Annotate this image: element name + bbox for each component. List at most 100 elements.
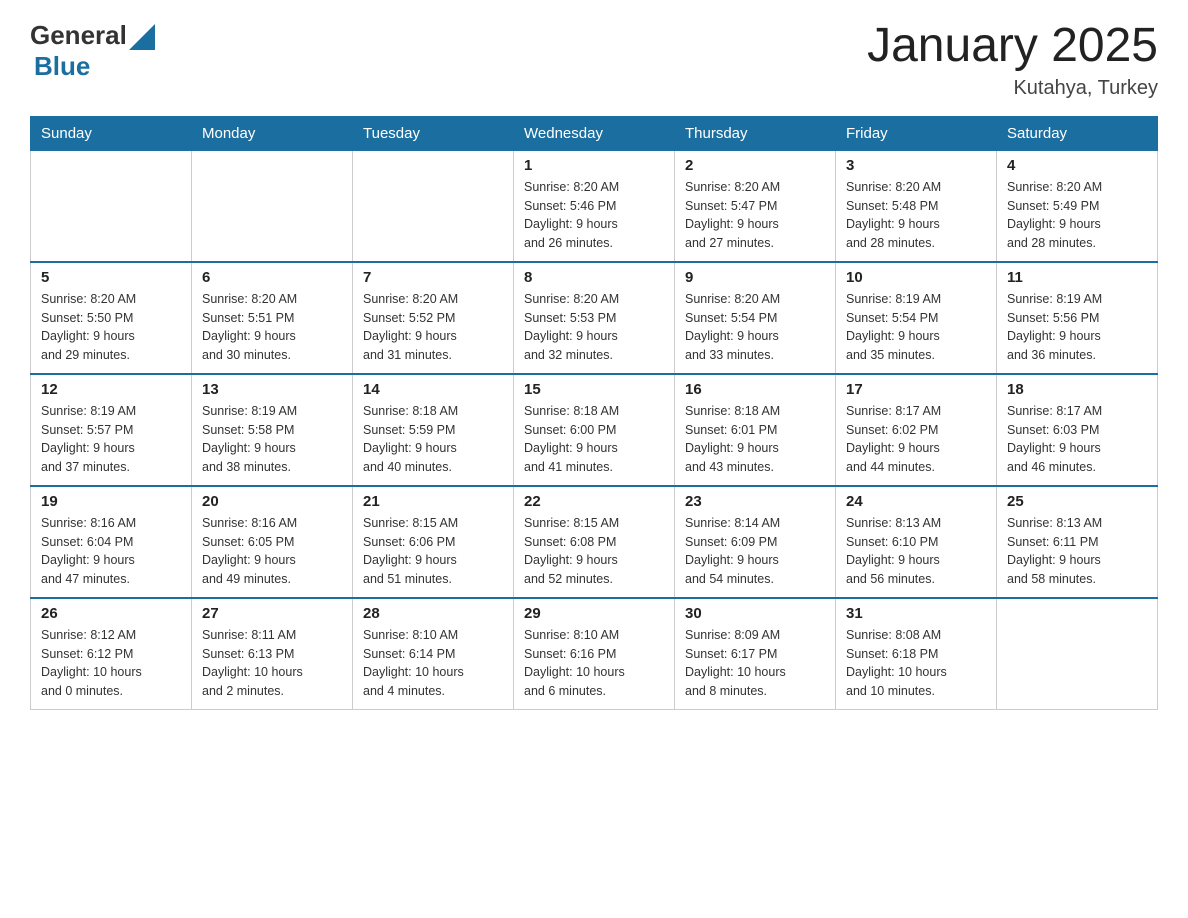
day-number: 3 xyxy=(846,157,986,174)
calendar-cell: 29 Sunrise: 8:10 AMSunset: 6:16 PMDayligh… xyxy=(514,598,675,710)
weekday-header-friday: Friday xyxy=(836,116,997,150)
calendar-cell: 25Sunrise: 8:13 AMSunset: 6:11 PMDayligh… xyxy=(997,486,1158,598)
day-info: Sunrise: 8:19 AMSunset: 5:58 PMDaylight:… xyxy=(202,402,342,477)
day-info: Sunrise: 8:16 AMSunset: 6:05 PMDaylight:… xyxy=(202,514,342,589)
calendar-cell: 12 Sunrise: 8:19 AMSunset: 5:57 PMDayligh… xyxy=(31,374,192,486)
day-info: Sunrise: 8:20 AMSunset: 5:53 PMDaylight:… xyxy=(524,290,664,365)
calendar-cell: 1Sunrise: 8:20 AMSunset: 5:46 PMDaylight… xyxy=(514,150,675,262)
calendar-cell: 14 Sunrise: 8:18 AMSunset: 5:59 PMDayligh… xyxy=(353,374,514,486)
day-info: Sunrise: 8:17 AMSunset: 6:03 PMDaylight:… xyxy=(1007,402,1147,477)
day-number: 6 xyxy=(202,269,342,286)
day-number: 4 xyxy=(1007,157,1147,174)
calendar-cell: 20 Sunrise: 8:16 AMSunset: 6:05 PMDayligh… xyxy=(192,486,353,598)
day-info: Sunrise: 8:19 AMSunset: 5:54 PMDaylight:… xyxy=(846,290,986,365)
day-number: 20 xyxy=(202,493,342,510)
day-number: 24 xyxy=(846,493,986,510)
calendar-cell: 6 Sunrise: 8:20 AMSunset: 5:51 PMDaylight… xyxy=(192,262,353,374)
day-number: 27 xyxy=(202,605,342,622)
weekday-header-monday: Monday xyxy=(192,116,353,150)
calendar-cell: 17 Sunrise: 8:17 AMSunset: 6:02 PMDayligh… xyxy=(836,374,997,486)
day-info: Sunrise: 8:18 AMSunset: 5:59 PMDaylight:… xyxy=(363,402,503,477)
weekday-header-tuesday: Tuesday xyxy=(353,116,514,150)
calendar-week-row: 1Sunrise: 8:20 AMSunset: 5:46 PMDaylight… xyxy=(31,150,1158,262)
calendar-cell: 16 Sunrise: 8:18 AMSunset: 6:01 PMDayligh… xyxy=(675,374,836,486)
day-number: 15 xyxy=(524,381,664,398)
day-info: Sunrise: 8:20 AMSunset: 5:51 PMDaylight:… xyxy=(202,290,342,365)
calendar-table: SundayMondayTuesdayWednesdayThursdayFrid… xyxy=(30,116,1158,710)
weekday-header-row: SundayMondayTuesdayWednesdayThursdayFrid… xyxy=(31,116,1158,150)
title-block: January 2025 Kutahya, Turkey xyxy=(867,20,1158,100)
day-info: Sunrise: 8:10 AMSunset: 6:14 PMDaylight:… xyxy=(363,626,503,701)
calendar-cell: 4 Sunrise: 8:20 AMSunset: 5:49 PMDaylight… xyxy=(997,150,1158,262)
page-header: General Blue January 2025 Kutahya, Turke… xyxy=(30,20,1158,100)
day-number: 11 xyxy=(1007,269,1147,286)
day-number: 18 xyxy=(1007,381,1147,398)
day-number: 22 xyxy=(524,493,664,510)
day-number: 13 xyxy=(202,381,342,398)
day-number: 16 xyxy=(685,381,825,398)
calendar-cell: 11 Sunrise: 8:19 AMSunset: 5:56 PMDayligh… xyxy=(997,262,1158,374)
day-number: 30 xyxy=(685,605,825,622)
calendar-week-row: 19 Sunrise: 8:16 AMSunset: 6:04 PMDayligh… xyxy=(31,486,1158,598)
day-number: 8 xyxy=(524,269,664,286)
weekday-header-saturday: Saturday xyxy=(997,116,1158,150)
day-info: Sunrise: 8:15 AMSunset: 6:08 PMDaylight:… xyxy=(524,514,664,589)
day-number: 31 xyxy=(846,605,986,622)
day-number: 2 xyxy=(685,157,825,174)
day-info: Sunrise: 8:20 AMSunset: 5:49 PMDaylight:… xyxy=(1007,178,1147,253)
day-info: Sunrise: 8:18 AMSunset: 6:01 PMDaylight:… xyxy=(685,402,825,477)
day-number: 14 xyxy=(363,381,503,398)
day-info: Sunrise: 8:20 AMSunset: 5:50 PMDaylight:… xyxy=(41,290,181,365)
day-info: Sunrise: 8:19 AMSunset: 5:57 PMDaylight:… xyxy=(41,402,181,477)
calendar-cell: 30Sunrise: 8:09 AMSunset: 6:17 PMDayligh… xyxy=(675,598,836,710)
calendar-cell: 18 Sunrise: 8:17 AMSunset: 6:03 PMDayligh… xyxy=(997,374,1158,486)
calendar-cell: 3 Sunrise: 8:20 AMSunset: 5:48 PMDaylight… xyxy=(836,150,997,262)
calendar-cell: 9 Sunrise: 8:20 AMSunset: 5:54 PMDaylight… xyxy=(675,262,836,374)
logo-general-text: General xyxy=(30,20,127,51)
day-number: 9 xyxy=(685,269,825,286)
day-number: 26 xyxy=(41,605,181,622)
day-info: Sunrise: 8:15 AMSunset: 6:06 PMDaylight:… xyxy=(363,514,503,589)
day-number: 19 xyxy=(41,493,181,510)
calendar-cell: 23Sunrise: 8:14 AMSunset: 6:09 PMDayligh… xyxy=(675,486,836,598)
calendar-cell: 19 Sunrise: 8:16 AMSunset: 6:04 PMDayligh… xyxy=(31,486,192,598)
calendar-cell: 28Sunrise: 8:10 AMSunset: 6:14 PMDayligh… xyxy=(353,598,514,710)
day-info: Sunrise: 8:14 AMSunset: 6:09 PMDaylight:… xyxy=(685,514,825,589)
weekday-header-wednesday: Wednesday xyxy=(514,116,675,150)
calendar-cell: 21 Sunrise: 8:15 AMSunset: 6:06 PMDayligh… xyxy=(353,486,514,598)
day-number: 21 xyxy=(363,493,503,510)
day-info: Sunrise: 8:10 AMSunset: 6:16 PMDaylight:… xyxy=(524,626,664,701)
day-number: 12 xyxy=(41,381,181,398)
day-info: Sunrise: 8:19 AMSunset: 5:56 PMDaylight:… xyxy=(1007,290,1147,365)
day-info: Sunrise: 8:08 AMSunset: 6:18 PMDaylight:… xyxy=(846,626,986,701)
day-number: 29 xyxy=(524,605,664,622)
day-info: Sunrise: 8:11 AMSunset: 6:13 PMDaylight:… xyxy=(202,626,342,701)
calendar-cell xyxy=(31,150,192,262)
day-info: Sunrise: 8:12 AMSunset: 6:12 PMDaylight:… xyxy=(41,626,181,701)
logo-blue-text: Blue xyxy=(34,51,90,82)
calendar-cell xyxy=(192,150,353,262)
day-info: Sunrise: 8:20 AMSunset: 5:54 PMDaylight:… xyxy=(685,290,825,365)
calendar-cell: 13 Sunrise: 8:19 AMSunset: 5:58 PMDayligh… xyxy=(192,374,353,486)
calendar-cell: 15Sunrise: 8:18 AMSunset: 6:00 PMDayligh… xyxy=(514,374,675,486)
calendar-location: Kutahya, Turkey xyxy=(867,77,1158,100)
calendar-cell: 27 Sunrise: 8:11 AMSunset: 6:13 PMDayligh… xyxy=(192,598,353,710)
day-number: 10 xyxy=(846,269,986,286)
day-info: Sunrise: 8:16 AMSunset: 6:04 PMDaylight:… xyxy=(41,514,181,589)
calendar-cell: 7Sunrise: 8:20 AMSunset: 5:52 PMDaylight… xyxy=(353,262,514,374)
calendar-cell: 24 Sunrise: 8:13 AMSunset: 6:10 PMDayligh… xyxy=(836,486,997,598)
day-info: Sunrise: 8:20 AMSunset: 5:48 PMDaylight:… xyxy=(846,178,986,253)
day-info: Sunrise: 8:13 AMSunset: 6:11 PMDaylight:… xyxy=(1007,514,1147,589)
day-info: Sunrise: 8:13 AMSunset: 6:10 PMDaylight:… xyxy=(846,514,986,589)
day-info: Sunrise: 8:20 AMSunset: 5:47 PMDaylight:… xyxy=(685,178,825,253)
calendar-title: January 2025 xyxy=(867,20,1158,73)
calendar-week-row: 12 Sunrise: 8:19 AMSunset: 5:57 PMDayligh… xyxy=(31,374,1158,486)
logo-triangle-icon xyxy=(129,24,155,50)
day-info: Sunrise: 8:17 AMSunset: 6:02 PMDaylight:… xyxy=(846,402,986,477)
calendar-cell: 2 Sunrise: 8:20 AMSunset: 5:47 PMDaylight… xyxy=(675,150,836,262)
calendar-cell: 10 Sunrise: 8:19 AMSunset: 5:54 PMDayligh… xyxy=(836,262,997,374)
day-number: 17 xyxy=(846,381,986,398)
day-number: 1 xyxy=(524,157,664,174)
day-info: Sunrise: 8:20 AMSunset: 5:52 PMDaylight:… xyxy=(363,290,503,365)
calendar-week-row: 26 Sunrise: 8:12 AMSunset: 6:12 PMDayligh… xyxy=(31,598,1158,710)
